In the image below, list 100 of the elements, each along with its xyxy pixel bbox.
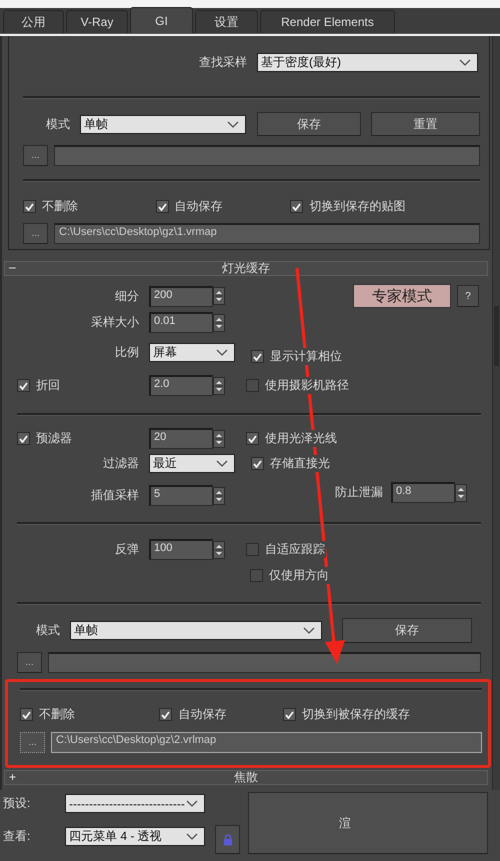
field-label: 模式 bbox=[35, 622, 61, 639]
spinner-arrows[interactable] bbox=[213, 314, 225, 332]
checkbox-label: 仅使用方向 bbox=[268, 567, 330, 584]
checkbox[interactable] bbox=[17, 432, 30, 445]
dropdown-value: 屏幕 bbox=[153, 344, 177, 361]
rollout-title: 灯光缓存 bbox=[222, 260, 270, 277]
lock-icon bbox=[224, 834, 232, 845]
dropdown-value: 四元菜单 4 - 透视 bbox=[69, 828, 162, 845]
checkbox-label: 自动保存 bbox=[174, 198, 224, 215]
tab[interactable]: 公用 bbox=[3, 10, 64, 33]
dropdown[interactable]: ----------------------------- bbox=[65, 794, 205, 813]
tab[interactable]: V-Ray bbox=[66, 10, 128, 33]
checkbox-label: 不删除 bbox=[41, 198, 79, 215]
dropdown-value: 基于密度(最好) bbox=[261, 54, 341, 71]
checkbox[interactable] bbox=[246, 543, 259, 556]
spinner-arrows[interactable] bbox=[213, 376, 225, 394]
number-field[interactable]: 200 bbox=[149, 286, 213, 306]
number-field[interactable]: 0.8 bbox=[391, 482, 455, 503]
caret-icon bbox=[216, 460, 228, 467]
button[interactable]: 重置 bbox=[370, 112, 480, 136]
dropdown[interactable]: 四元菜单 4 - 透视 bbox=[65, 827, 205, 846]
path-field[interactable]: C:\Users\cc\Desktop\gz\2.vrlmap bbox=[51, 732, 482, 753]
dropdown[interactable]: 屏幕 bbox=[149, 343, 235, 362]
spinner-arrows[interactable] bbox=[213, 540, 225, 558]
checkbox[interactable] bbox=[23, 200, 36, 213]
lock-button[interactable] bbox=[215, 825, 240, 854]
checkbox[interactable] bbox=[156, 200, 169, 213]
checkbox-label: 使用摄影机路径 bbox=[264, 377, 350, 394]
path-field[interactable] bbox=[48, 652, 481, 673]
browse-button[interactable]: ... bbox=[23, 223, 48, 244]
render-button[interactable]: 渲 bbox=[248, 792, 488, 854]
checkbox-label: 使用光泽光线 bbox=[264, 430, 338, 447]
field-label: 防止泄漏 bbox=[335, 484, 383, 501]
help-button[interactable]: ? bbox=[457, 285, 479, 307]
checkbox[interactable] bbox=[246, 379, 259, 392]
dropdown-value: 最近 bbox=[153, 455, 177, 472]
field-label: 过滤器 bbox=[103, 455, 139, 472]
spinner-arrows[interactable] bbox=[213, 486, 225, 504]
dropdown[interactable]: 单帧 bbox=[70, 621, 322, 640]
spinner-arrows[interactable] bbox=[213, 430, 225, 448]
button[interactable]: 保存 bbox=[342, 618, 472, 643]
caret-icon bbox=[216, 349, 228, 356]
spinner-arrows[interactable] bbox=[213, 287, 225, 305]
number-field[interactable]: 0.01 bbox=[149, 312, 213, 333]
browse-button[interactable]: ... bbox=[17, 652, 42, 673]
checkbox[interactable] bbox=[17, 379, 30, 392]
caret-icon bbox=[186, 833, 198, 840]
field-label: 预设: bbox=[3, 795, 32, 812]
tab[interactable]: Render Elements bbox=[260, 10, 395, 33]
caret-icon bbox=[459, 59, 471, 66]
field-label: 模式 bbox=[44, 116, 71, 132]
tab[interactable]: 设置 bbox=[195, 10, 258, 33]
field-label: 比例 bbox=[115, 344, 139, 361]
field-label: 反弹 bbox=[115, 541, 139, 558]
checkbox[interactable] bbox=[159, 708, 172, 721]
checkbox[interactable] bbox=[20, 708, 33, 721]
checkbox[interactable] bbox=[251, 457, 264, 470]
dropdown-value: 单帧 bbox=[74, 622, 98, 639]
number-field[interactable]: 5 bbox=[149, 485, 213, 506]
checkbox-label: 自适应跟踪 bbox=[264, 541, 326, 558]
caret-icon bbox=[227, 120, 240, 128]
field-label: 查看: bbox=[3, 828, 32, 845]
checkbox[interactable] bbox=[290, 200, 304, 213]
number-field[interactable]: 20 bbox=[149, 428, 213, 449]
checkbox-label: 切换到保存的贴图 bbox=[308, 198, 406, 215]
dropdown[interactable]: 最近 bbox=[149, 454, 235, 473]
rollout-header[interactable]: – 灯光缓存 bbox=[4, 261, 488, 276]
path-field[interactable] bbox=[54, 145, 480, 166]
checkbox-label: 显示计算相位 bbox=[269, 348, 343, 365]
field-label: 采样大小 bbox=[91, 314, 139, 331]
tab[interactable]: GI bbox=[130, 7, 193, 33]
number-field[interactable]: 2.0 bbox=[149, 375, 213, 396]
collapse-toggle[interactable]: – bbox=[9, 260, 16, 274]
checkbox-label: 存储直接光 bbox=[269, 455, 331, 472]
expand-toggle[interactable]: + bbox=[9, 770, 16, 784]
caret-icon bbox=[303, 627, 315, 634]
dropdown[interactable]: 基于密度(最好) bbox=[257, 53, 478, 72]
field-label: 细分 bbox=[115, 288, 139, 304]
rollout-header[interactable]: + 焦散 bbox=[4, 770, 488, 785]
button[interactable]: 保存 bbox=[257, 112, 361, 136]
browse-button[interactable]: ... bbox=[20, 732, 45, 753]
field-label: 查找采样 bbox=[199, 54, 247, 71]
expert-mode-button[interactable]: 专家模式 bbox=[353, 284, 451, 308]
checkbox[interactable] bbox=[250, 569, 263, 582]
checkbox[interactable] bbox=[282, 708, 296, 721]
spinner-arrows[interactable] bbox=[455, 484, 467, 502]
checkbox[interactable] bbox=[251, 350, 264, 363]
checkbox-label: 不删除 bbox=[38, 706, 76, 723]
field-label: 插值采样 bbox=[91, 487, 139, 504]
checkbox[interactable] bbox=[246, 432, 259, 445]
checkbox-label: 自动保存 bbox=[177, 706, 228, 723]
dropdown-value: 单帧 bbox=[84, 116, 108, 132]
number-field[interactable]: 100 bbox=[149, 539, 213, 560]
dropdown[interactable]: 单帧 bbox=[80, 114, 246, 134]
scrollbar[interactable] bbox=[492, 36, 500, 790]
path-field[interactable]: C:\Users\cc\Desktop\gz\1.vrmap bbox=[54, 223, 480, 244]
browse-button[interactable]: ... bbox=[23, 145, 48, 166]
checkbox-label: 切换到被保存的缓存 bbox=[300, 706, 411, 723]
caret-icon bbox=[186, 800, 198, 807]
checkbox-label: 预滤器 bbox=[35, 430, 73, 447]
